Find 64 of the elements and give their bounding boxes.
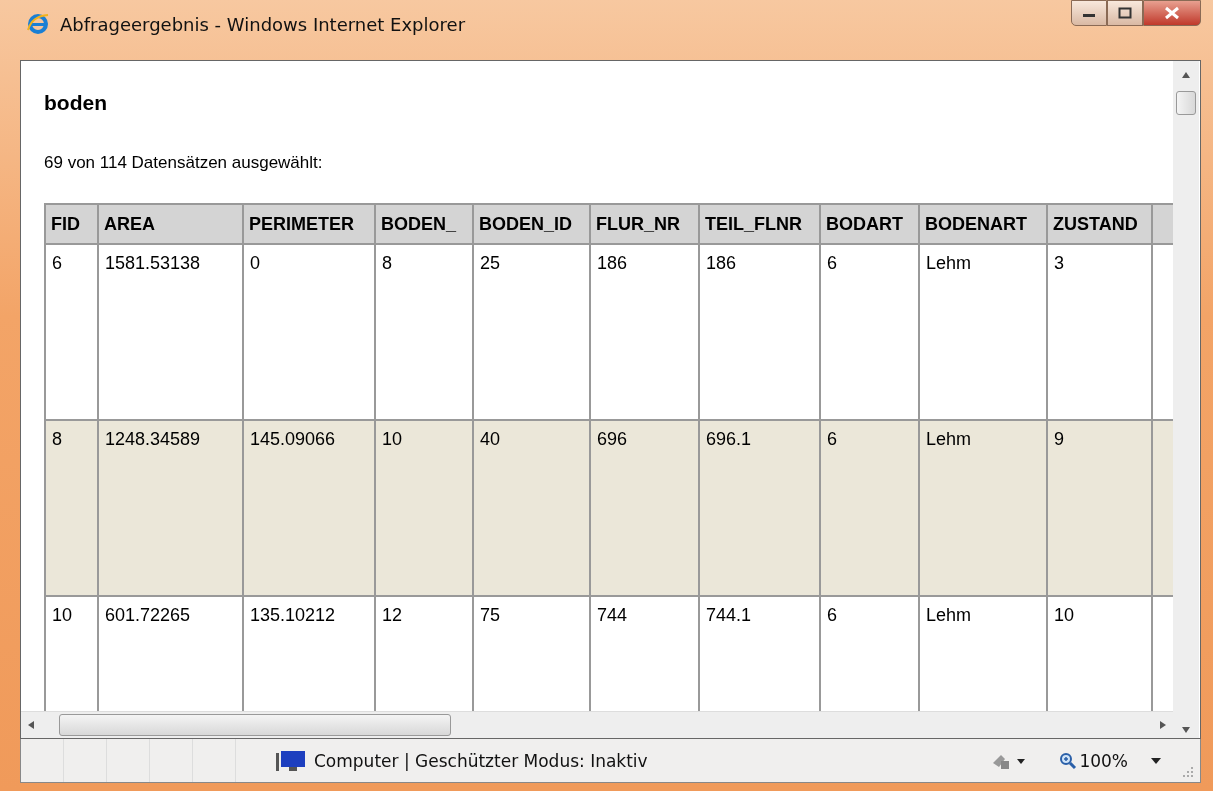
maximize-button[interactable] [1107, 0, 1143, 26]
minimize-button[interactable] [1071, 0, 1107, 26]
table-cell: 6 [827, 429, 837, 449]
table-cell: 1248.34589 [105, 429, 201, 449]
table-cell: 135.10212 [250, 605, 336, 625]
table-cell: 601.72265 [105, 605, 191, 625]
table-cell: 25 [480, 253, 501, 273]
dropdown-caret-icon[interactable] [1150, 756, 1162, 765]
table-cell: 696.1 [706, 429, 752, 449]
column-header: FID [45, 204, 98, 244]
table-cell: 9 [1054, 429, 1064, 449]
scrollbar-thumb[interactable] [1176, 91, 1196, 115]
table-cell: 744.1 [706, 605, 752, 625]
table-cell: 6 [827, 605, 837, 625]
table-cell: 186 [706, 253, 737, 273]
scroll-right-icon[interactable] [1159, 720, 1167, 730]
window-title: Abfrageergebnis - Windows Internet Explorer [60, 13, 466, 35]
table-cell: 145.09066 [250, 429, 336, 449]
table-cell: 1581.53138 [105, 253, 201, 273]
table-cell: Lehm [926, 253, 972, 273]
table-cell: 744 [597, 605, 628, 625]
zoom-button[interactable]: 100% [1053, 750, 1134, 771]
column-header: BODART [820, 204, 919, 244]
column-header: BODEN_ [375, 204, 473, 244]
table-cell: 10 [52, 605, 73, 625]
table-cell: 8 [382, 253, 392, 273]
scroll-left-icon[interactable] [27, 720, 35, 730]
table-cell: Lehm [926, 429, 972, 449]
table-cell: 10 [1054, 605, 1075, 625]
selection-summary: 69 von 114 Datensätzen ausgewählt: [44, 153, 324, 173]
column-header: BODEN_ID [473, 204, 590, 244]
table-cell: 10 [382, 429, 403, 449]
column-header: AREA [98, 204, 243, 244]
column-header: TEIL_FLNR [699, 204, 820, 244]
column-header: PERIMETER [243, 204, 375, 244]
table-cell: 6 [827, 253, 837, 273]
horizontal-scrollbar[interactable] [21, 711, 1173, 738]
vertical-scrollbar[interactable] [1173, 61, 1199, 738]
table-cell: Lehm [926, 605, 972, 625]
table-cell: 75 [480, 605, 501, 625]
computer-icon [276, 748, 306, 773]
scroll-down-icon[interactable] [1181, 726, 1191, 734]
scrollbar-thumb[interactable] [59, 714, 451, 736]
column-header: ZUSTAND [1047, 204, 1152, 244]
browser-logo-icon [26, 12, 50, 36]
table-cell: 696 [597, 429, 628, 449]
table-cell: 6 [52, 253, 62, 273]
table-cell: 8 [52, 429, 62, 449]
resize-grip-icon[interactable] [1182, 766, 1194, 778]
column-header: FLUR_NR [590, 204, 699, 244]
zoom-icon [1059, 751, 1078, 770]
table-cell: 0 [250, 253, 260, 273]
close-button[interactable] [1143, 0, 1201, 26]
table-cell: 12 [382, 605, 403, 625]
maximize-icon [1118, 7, 1132, 19]
table-row[interactable]: 8 1248.34589 145.09066 10 40 696 696.1 6 Lehm 9 [45, 420, 1173, 596]
column-header: BODENART [919, 204, 1047, 244]
scroll-up-icon[interactable] [1181, 71, 1191, 79]
table-cell: 3 [1054, 253, 1064, 273]
table-cell: 40 [480, 429, 501, 449]
table-cell: 186 [597, 253, 628, 273]
close-icon [1164, 6, 1180, 20]
layer-heading: boden [44, 91, 108, 115]
security-zone-text: Computer | Geschützter Modus: Inaktiv [314, 750, 648, 771]
